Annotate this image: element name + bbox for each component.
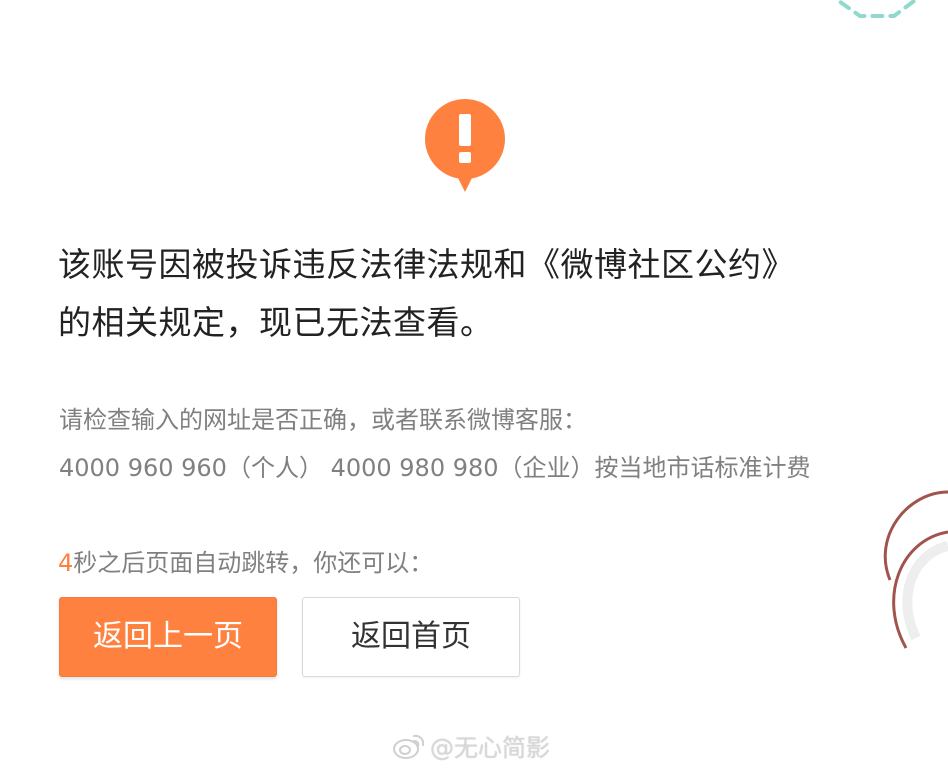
error-message: 该账号因被投诉违反法律法规和《微博社区公约》 的相关规定，现已无法查看。 (58, 236, 878, 352)
go-back-button[interactable]: 返回上一页 (59, 597, 277, 677)
help-text-line-1: 请检查输入的网址是否正确，或者联系微博客服： (59, 406, 587, 434)
weibo-logo-icon (393, 734, 425, 759)
customer-service-phones: 4000 960 960（个人） 4000 980 980（企业）按当地市话标准… (59, 454, 811, 482)
watermark: @无心简影 (392, 728, 550, 763)
countdown-seconds: 4 (58, 549, 74, 577)
error-message-line-1: 该账号因被投诉违反法律法规和《微博社区公约》 (58, 245, 795, 284)
redirect-text: 秒之后页面自动跳转，你还可以： (73, 549, 434, 577)
redirect-notice: 4秒之后页面自动跳转，你还可以： (58, 543, 433, 583)
error-page: 该账号因被投诉违反法律法规和《微博社区公约》 的相关规定，现已无法查看。 请检查… (0, 0, 948, 769)
exclamation-speech-bubble-icon (425, 99, 505, 192)
decorative-arc-shape (883, 490, 948, 649)
decorative-dashed-shape (833, 0, 919, 18)
error-message-line-2: 的相关规定，现已无法查看。 (58, 303, 494, 342)
help-text: 请检查输入的网址是否正确，或者联系微博客服： 4000 960 960（个人） … (59, 396, 811, 492)
watermark-text: @无心简影 (430, 734, 550, 762)
home-button[interactable]: 返回首页 (302, 597, 520, 677)
